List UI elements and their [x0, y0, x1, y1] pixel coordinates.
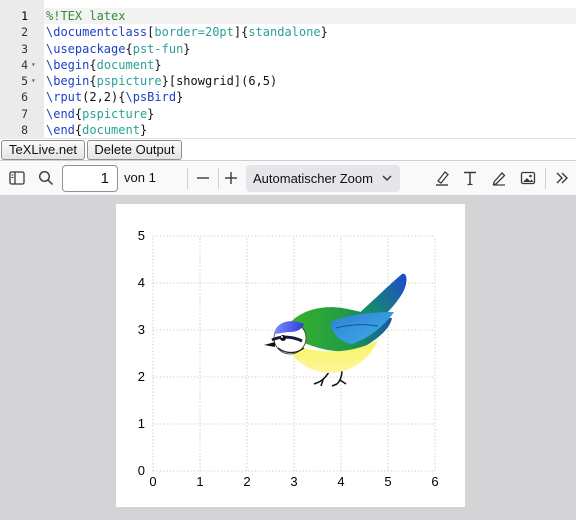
line-number: 3 — [21, 41, 28, 56]
code-token: \psBird — [125, 90, 177, 105]
code-token: { — [125, 41, 133, 56]
code-token: } — [183, 41, 191, 56]
code-text: \usepackage{pst-fun} — [46, 41, 191, 57]
code-token: }[showgrid](6,5) — [161, 74, 278, 88]
code-line[interactable]: 2 \documentclass[border=20pt]{standalone} — [0, 24, 576, 40]
code-token: \documentclass — [46, 25, 148, 40]
tick-labels: 0 1 2 3 4 5 6 0 1 2 3 4 5 — [138, 228, 439, 489]
pen-icon[interactable] — [488, 167, 510, 189]
image-icon[interactable] — [517, 167, 539, 189]
chevron-down-icon — [382, 165, 392, 192]
code-token: \end — [46, 106, 75, 121]
fold-toggle-icon[interactable]: ▾ — [31, 73, 36, 89]
search-icon[interactable] — [35, 167, 57, 189]
highlighter-icon[interactable] — [431, 167, 453, 189]
code-text: \begin{pspicture}[showgrid](6,5) — [46, 73, 277, 89]
y-tick-label: 2 — [138, 369, 145, 384]
x-tick-label: 3 — [290, 474, 297, 489]
chevron-double-right-icon[interactable] — [551, 167, 573, 189]
code-editor[interactable]: 1 %!TEX latex 2 \documentclass[border=20pt]… — [0, 0, 576, 139]
y-tick-label: 3 — [138, 322, 145, 337]
code-token: } — [154, 57, 162, 72]
code-text: \begin{document} — [46, 57, 162, 73]
line-number: 8 — [21, 122, 28, 137]
page-number-input[interactable]: 1 — [62, 165, 118, 192]
pdf-page: 0 1 2 3 4 5 6 0 1 2 3 4 5 — [116, 204, 465, 507]
code-token: } — [147, 106, 155, 121]
sidebar-toggle-icon[interactable] — [6, 167, 28, 189]
y-tick-label: 1 — [138, 416, 145, 431]
pdf-viewer[interactable]: 0 1 2 3 4 5 6 0 1 2 3 4 5 — [0, 196, 576, 520]
page-count-label: von 1 — [124, 170, 156, 185]
y-tick-label: 4 — [138, 275, 145, 290]
code-token: \rput — [46, 90, 83, 105]
code-text: \end{pspicture} — [46, 106, 154, 122]
code-text: \end{document} — [46, 122, 147, 138]
line-number: 1 — [21, 9, 28, 23]
code-token: pspicture — [82, 106, 148, 121]
x-tick-label: 1 — [196, 474, 203, 489]
code-token: document — [96, 57, 155, 72]
code-token: standalone — [248, 25, 321, 40]
y-tick-label: 5 — [138, 228, 145, 243]
code-line[interactable]: 1 %!TEX latex — [0, 8, 576, 24]
code-text: \documentclass[border=20pt]{standalone} — [46, 24, 328, 40]
x-tick-label: 2 — [243, 474, 250, 489]
code-token: { — [89, 57, 97, 72]
code-line[interactable]: 4 ▾ \begin{document} — [0, 57, 576, 73]
code-line[interactable]: 6 \rput(2,2){\psBird} — [0, 89, 576, 105]
toolbar-separator — [545, 168, 546, 189]
toolbar-separator — [187, 168, 188, 189]
zoom-select-label: Automatischer Zoom — [253, 171, 373, 186]
code-token: %!TEX latex — [46, 9, 126, 23]
texlive-button[interactable]: TeXLive.net — [1, 140, 85, 160]
plus-icon[interactable] — [220, 167, 242, 189]
zoom-select[interactable]: Automatischer Zoom — [246, 165, 400, 192]
pdf-toolbar: 1 von 1 Automatischer Zoom — [0, 161, 576, 196]
code-token: document — [82, 122, 140, 137]
code-token: pspicture — [96, 74, 162, 88]
code-token: ]{ — [233, 25, 249, 40]
code-token: border=20pt — [154, 25, 234, 40]
code-token: \end — [46, 122, 75, 137]
line-number: 4 — [21, 57, 28, 72]
code-token: } — [176, 90, 184, 105]
code-token: (2,2){ — [82, 90, 126, 105]
code-line[interactable]: 7 \end{pspicture} — [0, 106, 576, 122]
x-tick-label: 6 — [431, 474, 438, 489]
pspicture-figure: 0 1 2 3 4 5 6 0 1 2 3 4 5 — [138, 228, 439, 489]
code-token: } — [320, 25, 328, 40]
line-number: 5 — [21, 74, 28, 88]
x-tick-label: 4 — [337, 474, 344, 489]
code-token: { — [89, 74, 97, 88]
code-text: %!TEX latex — [46, 8, 125, 24]
bird-drawing — [264, 273, 407, 387]
fold-toggle-icon[interactable]: ▾ — [31, 57, 36, 73]
code-token: } — [139, 122, 148, 137]
code-line[interactable]: 8 \end{document} — [0, 122, 576, 138]
minus-icon[interactable] — [192, 167, 214, 189]
action-bar: TeXLive.net Delete Output — [0, 139, 576, 161]
editor-lines[interactable]: 1 %!TEX latex 2 \documentclass[border=20pt]… — [0, 8, 576, 138]
code-token: \usepackage — [46, 41, 126, 56]
delete-output-button[interactable]: Delete Output — [87, 140, 182, 160]
code-text: \rput(2,2){\psBird} — [46, 89, 183, 105]
code-token: pst-fun — [132, 41, 184, 56]
text-tool-icon[interactable] — [459, 167, 481, 189]
x-tick-label: 0 — [149, 474, 156, 489]
toolbar-separator — [218, 168, 219, 189]
line-number: 6 — [21, 90, 28, 105]
code-token: \begin — [46, 74, 90, 88]
code-token: \begin — [46, 57, 90, 72]
y-tick-label: 0 — [138, 463, 145, 478]
code-line[interactable]: 5 ▾ \begin{pspicture}[showgrid](6,5) — [0, 73, 576, 89]
x-tick-label: 5 — [384, 474, 391, 489]
code-line[interactable]: 3 \usepackage{pst-fun} — [0, 41, 576, 57]
line-number: 7 — [21, 106, 28, 121]
line-number: 2 — [21, 25, 28, 40]
